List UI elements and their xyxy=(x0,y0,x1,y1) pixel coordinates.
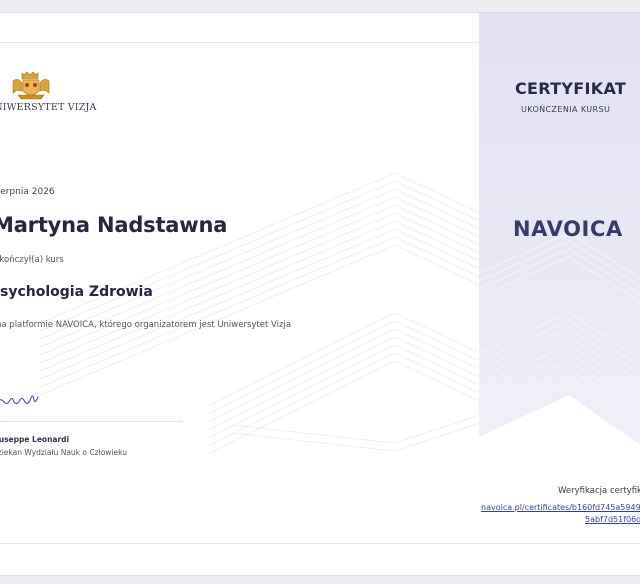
issue-date: sierpnia 2026 xyxy=(0,187,55,197)
navoica-brand-logo: NAVOICA xyxy=(513,217,623,241)
recipient-name: Martyna Nadstawna xyxy=(0,213,228,237)
certificate-title: CERTYFIKAT xyxy=(515,79,627,98)
course-title: Psychologia Zdrowia xyxy=(0,284,153,300)
signature-line xyxy=(0,421,182,422)
certificate-side-panel: CERTYFIKAT UKOŃCZENIA KURSU NAVOICA Wery… xyxy=(479,13,640,575)
signature-image xyxy=(0,395,39,405)
verification-label: Weryfikacja certyfikatu xyxy=(558,486,640,496)
university-logo-text: UNIWERSYTET VIZJA xyxy=(0,102,97,113)
completed-label: ukończył(a) kurs xyxy=(0,255,64,265)
certificate: UNIWERSYTET VIZJA sierpnia 2026 Martyna … xyxy=(0,12,640,576)
signer-name: Giuseppe Leonardi xyxy=(0,435,70,444)
verification-link-continued[interactable]: 5abf7d51f06d xyxy=(585,515,640,524)
signer-title: Dziekan Wydziału Nauk o Człowieku xyxy=(0,448,127,457)
certificate-body: UNIWERSYTET VIZJA sierpnia 2026 Martyna … xyxy=(0,13,480,575)
certificate-subtitle: UKOŃCZENIA KURSU xyxy=(521,105,611,114)
platform-text: na platformie NAVOICA, którego organizat… xyxy=(0,320,292,330)
verification-link[interactable]: navoica.pl/certificates/b160fd745a5949 xyxy=(481,503,640,512)
university-crest-icon xyxy=(12,71,50,100)
